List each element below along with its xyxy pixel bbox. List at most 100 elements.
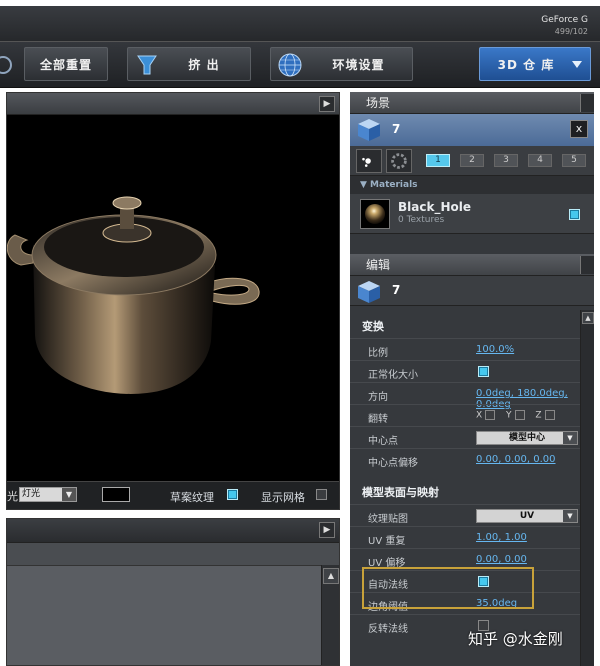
- viewport-header: ▶: [7, 93, 339, 115]
- flip-axes: X Y Z: [476, 410, 563, 421]
- show-grid-label: 显示网格: [261, 491, 305, 504]
- gear-icon: [391, 153, 407, 169]
- texture-map-row: 纹理贴图 UV ▼: [350, 504, 594, 526]
- gpu-name: GeForce G: [541, 15, 588, 25]
- top-white-gap: [0, 0, 600, 6]
- scale-label: 比例: [368, 348, 388, 359]
- scale-row: 比例 100.0%: [350, 338, 594, 360]
- material-texture-count: 0 Textures: [398, 215, 445, 225]
- expand-arrow-icon[interactable]: ▶: [319, 522, 335, 538]
- panel-flag-icon[interactable]: [580, 256, 594, 274]
- edit-object-row: 7: [350, 276, 594, 306]
- annotation-highlight-box: [362, 567, 534, 609]
- flip-z-checkbox[interactable]: [544, 410, 555, 420]
- edit-title: 编辑: [366, 258, 391, 272]
- pivot-label: 中心点: [368, 436, 398, 447]
- light-select[interactable]: 灯光 ▼: [19, 487, 77, 502]
- flip-label: 翻转: [368, 414, 388, 425]
- 3d-viewport-panel: ▶ 光 灯光 ▼ 草案纹理 显示网格: [6, 92, 340, 510]
- materials-section-label[interactable]: ▼ Materials: [350, 176, 594, 194]
- show-grid-checkbox[interactable]: [316, 489, 327, 500]
- dot-cluster-icon: [362, 157, 371, 167]
- cube-icon: [358, 119, 380, 141]
- pivot-row: 中心点 模型中心 ▼: [350, 426, 594, 448]
- flip-y-checkbox[interactable]: [514, 410, 525, 420]
- material-enabled-checkbox[interactable]: [569, 209, 580, 220]
- close-icon[interactable]: x: [570, 120, 588, 138]
- pivot-offset-row: 中心点偏移 0.00, 0.00, 0.00: [350, 448, 594, 470]
- lower-panel-scrollbar[interactable]: ▲: [321, 565, 339, 665]
- orientation-label: 方向: [368, 392, 388, 403]
- scroll-up-icon[interactable]: ▲: [582, 312, 594, 324]
- normalize-size-checkbox[interactable]: [478, 366, 489, 377]
- scroll-up-icon[interactable]: ▲: [323, 568, 339, 584]
- material-page-1[interactable]: 1: [426, 154, 450, 167]
- reset-all-label: 全部重置: [39, 57, 92, 72]
- scene-title: 场景: [366, 96, 391, 110]
- close-label: x: [575, 122, 583, 135]
- title-strip: GeForce G 499/102: [0, 0, 600, 42]
- gpu-info: GeForce G 499/102: [541, 14, 588, 38]
- transform-section-title: 变换: [362, 320, 384, 333]
- environment-settings-button[interactable]: 环境设置: [270, 47, 413, 81]
- texture-map-select[interactable]: UV ▼: [476, 509, 578, 523]
- background-color-swatch[interactable]: [102, 487, 130, 502]
- material-toolbar: 1 2 3 4 5: [350, 146, 594, 176]
- material-page-5[interactable]: 5: [562, 154, 586, 167]
- material-row[interactable]: Black_Hole 0 Textures: [350, 194, 594, 234]
- flip-z-label: Z: [535, 410, 542, 421]
- globe-icon: [278, 53, 302, 77]
- material-name: Black_Hole: [398, 200, 471, 214]
- extrude-button[interactable]: 挤 出: [127, 47, 251, 81]
- expand-arrow-icon[interactable]: ▶: [319, 96, 335, 112]
- cube-icon: [358, 281, 380, 303]
- pivot-offset-value[interactable]: 0.00, 0.00, 0.00: [476, 454, 556, 465]
- material-page-3[interactable]: 3: [494, 154, 518, 167]
- edit-object-name: 7: [392, 283, 401, 297]
- uv-offset-value[interactable]: 0.00, 0.00: [476, 554, 527, 565]
- pivot-offset-label: 中心点偏移: [368, 458, 418, 469]
- flip-x-label: X: [476, 410, 483, 421]
- scene-object-row[interactable]: 7 x: [350, 114, 594, 146]
- material-picker-icon[interactable]: [356, 149, 382, 173]
- normalize-size-label: 正常化大小: [368, 370, 418, 381]
- 3d-warehouse-label: 3D 仓 库: [497, 57, 555, 72]
- environment-settings-label: 环境设置: [332, 57, 385, 72]
- flip-x-checkbox[interactable]: [485, 410, 496, 420]
- edit-header: 编辑: [350, 254, 594, 276]
- partial-globe-icon[interactable]: [0, 56, 12, 74]
- truncated-label: 光: [7, 490, 18, 503]
- chevron-down-icon: ▼: [62, 488, 76, 501]
- flip-row: 翻转 X Y Z: [350, 404, 594, 426]
- material-thumbnail: [360, 199, 390, 229]
- uv-repeat-value[interactable]: 1.00, 1.00: [476, 532, 527, 543]
- material-page-2[interactable]: 2: [460, 154, 484, 167]
- chevron-down-icon: ▼: [563, 510, 577, 522]
- lower-panel: ▶ ▲: [6, 518, 340, 666]
- panel-flag-icon[interactable]: [580, 94, 594, 112]
- flip-normal-label: 反转法线: [368, 624, 408, 635]
- pot-model-render[interactable]: [7, 115, 339, 481]
- viewport-options-bar: 光 灯光 ▼ 草案纹理 显示网格: [7, 481, 339, 509]
- edit-panel-scrollbar[interactable]: ▲: [580, 310, 594, 666]
- normalize-size-row: 正常化大小: [350, 360, 594, 382]
- material-page-4[interactable]: 4: [528, 154, 552, 167]
- scene-header: 场景: [350, 92, 594, 114]
- main-toolbar: 全部重置 挤 出 环境设置 3D 仓 库: [0, 42, 600, 88]
- texture-map-label: 纹理贴图: [368, 514, 408, 525]
- lower-panel-header: ▶: [7, 519, 339, 543]
- material-library-icon[interactable]: [386, 149, 412, 173]
- uv-repeat-row: UV 重复 1.00, 1.00: [350, 526, 594, 548]
- scale-value[interactable]: 100.0%: [476, 344, 514, 355]
- surface-mapping-section-title: 模型表面与映射: [362, 486, 439, 499]
- pivot-select[interactable]: 模型中心 ▼: [476, 431, 578, 445]
- draft-texture-checkbox[interactable]: [227, 489, 238, 500]
- material-sphere-icon: [365, 204, 385, 224]
- reset-all-button[interactable]: 全部重置: [24, 47, 108, 81]
- 3d-warehouse-button[interactable]: 3D 仓 库: [479, 47, 591, 81]
- light-select-value: 灯光: [22, 489, 41, 499]
- lower-panel-content: [7, 565, 339, 665]
- watermark: 知乎 @水金刚: [468, 630, 563, 648]
- orientation-row: 方向 0.0deg, 180.0deg, 0.0deg: [350, 382, 594, 410]
